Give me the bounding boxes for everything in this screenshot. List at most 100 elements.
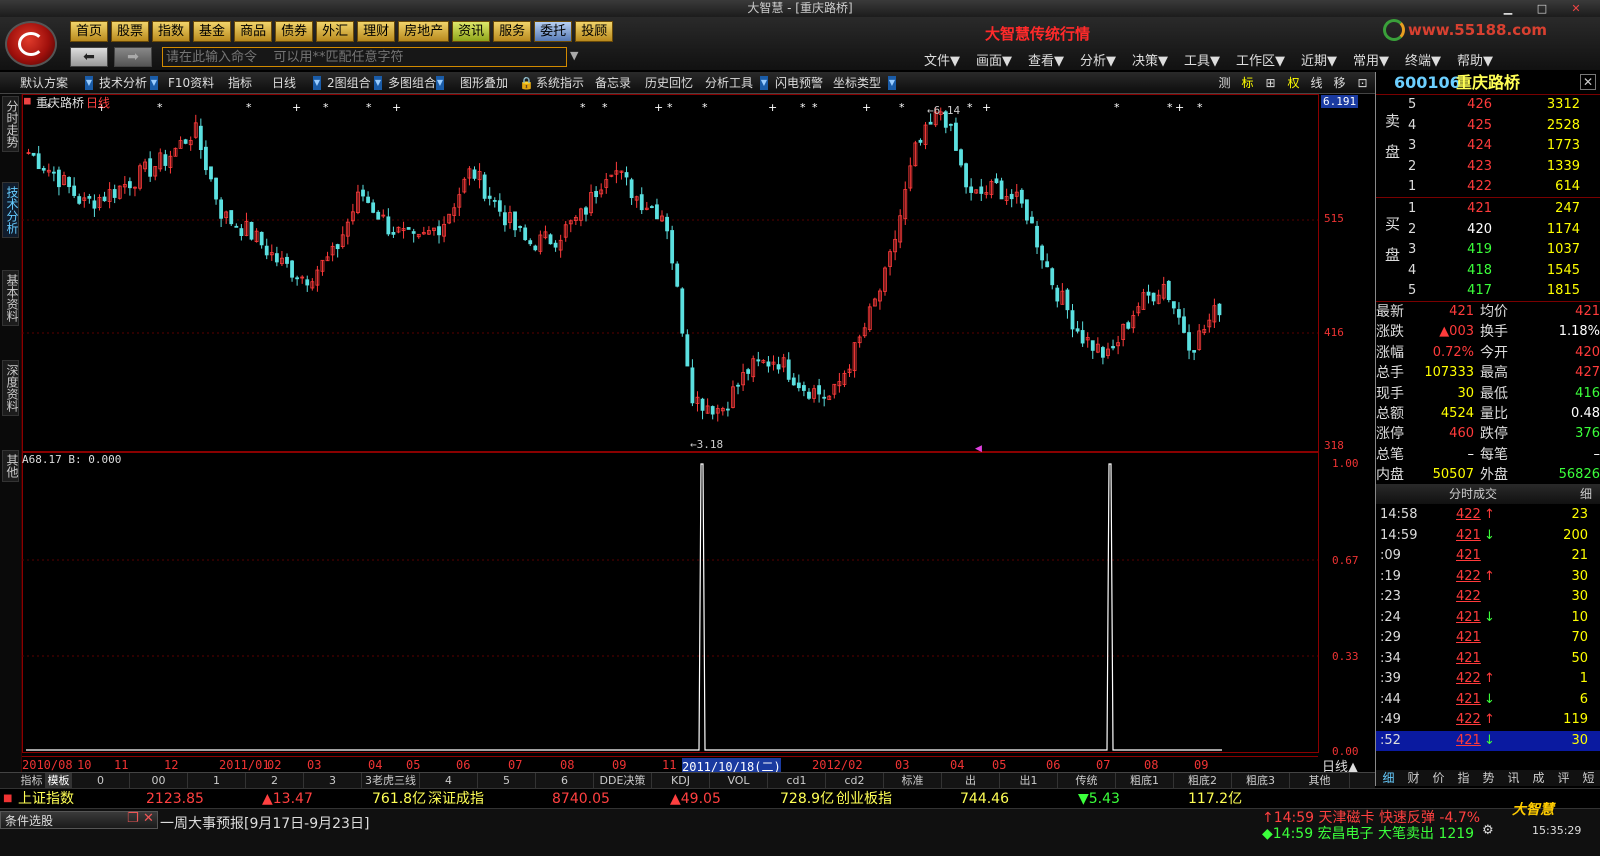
indicator-tab[interactable]: 5: [478, 773, 536, 789]
event-marker[interactable]: *: [667, 101, 673, 114]
indicator-tab[interactable]: DDE决策: [594, 773, 652, 789]
tool-2chart[interactable]: 2图组合: [327, 72, 371, 94]
nav-forex[interactable]: 外汇: [316, 21, 355, 42]
tool-analysis-tools[interactable]: 分析工具: [705, 72, 753, 94]
buy-level-1[interactable]: 1 421 247: [1376, 199, 1600, 219]
panel-tab[interactable]: 财: [1401, 770, 1426, 786]
event-marker[interactable]: *: [1167, 101, 1173, 114]
indicator-tab[interactable]: 6: [536, 773, 594, 789]
close-icon[interactable]: ✕: [1566, 0, 1586, 17]
indicator-tab[interactable]: 3老虎三线: [362, 773, 420, 789]
nav-fund[interactable]: 基金: [193, 21, 232, 42]
indicator-tab[interactable]: cd2: [826, 773, 884, 789]
event-marker[interactable]: *: [1197, 101, 1203, 114]
indicator-tab[interactable]: 传统: [1058, 773, 1116, 789]
panel-tab[interactable]: 指: [1451, 770, 1476, 786]
event-marker[interactable]: *: [1114, 101, 1120, 114]
event-marker[interactable]: *: [580, 101, 586, 114]
nav-index[interactable]: 指数: [152, 21, 191, 42]
dropdown-arrow-icon[interactable]: ▼: [85, 76, 93, 90]
dropdown-arrow-icon[interactable]: ▼: [313, 76, 321, 90]
indicator-tab[interactable]: 粗底3: [1232, 773, 1290, 789]
indicator-tab[interactable]: 1: [188, 773, 246, 789]
indicator-tab[interactable]: 出: [942, 773, 1000, 789]
event-marker[interactable]: *: [366, 101, 372, 114]
dropdown-arrow-icon[interactable]: ▼: [436, 76, 444, 90]
tick-row[interactable]: :52 421 ↓ 30: [1376, 730, 1600, 751]
event-marker[interactable]: +: [654, 101, 663, 114]
menu-tools[interactable]: 工具▼: [1176, 50, 1228, 69]
side-tab-tech[interactable]: 技术分析: [2, 182, 19, 238]
tool-tech-analysis[interactable]: 技术分析: [99, 72, 147, 94]
tool-axis-type[interactable]: 坐标类型: [833, 72, 881, 94]
tool-history[interactable]: 历史回忆: [645, 72, 693, 94]
settings-gear-icon[interactable]: ⚙: [1482, 823, 1494, 838]
nav-finance[interactable]: 理财: [357, 21, 396, 42]
menu-decision[interactable]: 决策▼: [1124, 50, 1176, 69]
event-marker[interactable]: +: [392, 101, 401, 114]
tool-line[interactable]: 线: [1307, 74, 1326, 92]
panel-tab[interactable]: 短: [1576, 770, 1600, 786]
buy-level-5[interactable]: 5 417 1815: [1376, 281, 1600, 301]
tick-row[interactable]: 14:58 422 ↑ 23: [1376, 505, 1600, 525]
window-icon[interactable]: ⊡: [1353, 74, 1372, 92]
sell-level-5[interactable]: 5 426 3312: [1376, 95, 1600, 115]
minimize-icon[interactable]: ▁: [1498, 0, 1518, 17]
indicator-tab[interactable]: 其他: [1290, 773, 1350, 789]
tick-row[interactable]: :39 422 ↑ 1: [1376, 669, 1600, 689]
indicator-tab[interactable]: 4: [420, 773, 478, 789]
back-button[interactable]: ⬅: [70, 47, 108, 67]
panel-tab[interactable]: 讯: [1501, 770, 1526, 786]
nav-realestate[interactable]: 房地产: [398, 21, 450, 42]
command-dropdown-icon[interactable]: ▼: [570, 49, 578, 62]
chart-area[interactable]: * + * * + * * + * * + * * + * * + * * + * * + * ◀ ■ 重庆路桥 日线 6.19…: [22, 94, 1375, 786]
indicator-tab[interactable]: 0: [72, 773, 130, 789]
indicator-tab[interactable]: VOL: [710, 773, 768, 789]
tick-row[interactable]: :29 421 70: [1376, 628, 1600, 648]
menu-help[interactable]: 帮助▼: [1449, 50, 1501, 69]
event-marker[interactable]: +: [768, 101, 777, 114]
tick-row[interactable]: :19 422 ↑ 30: [1376, 567, 1600, 587]
indicator-tab[interactable]: 00: [130, 773, 188, 789]
panel-close-icon[interactable]: ✕: [1580, 74, 1596, 90]
buy-level-4[interactable]: 4 418 1545: [1376, 261, 1600, 281]
dropdown-arrow-icon[interactable]: ▼: [374, 76, 382, 90]
event-marker[interactable]: *: [967, 101, 973, 114]
news-ticker[interactable]: 一周大事预报[9月17日-9月23日]: [160, 813, 369, 833]
tool-memo[interactable]: 备忘录: [595, 72, 631, 94]
sell-level-1[interactable]: 1 422 614: [1376, 177, 1600, 197]
grid-icon[interactable]: ⊞: [1261, 74, 1280, 92]
event-marker[interactable]: +: [1175, 101, 1184, 114]
dropdown-arrow-icon[interactable]: ▼: [150, 76, 158, 90]
tool-alert[interactable]: 闪电预警: [775, 72, 823, 94]
app-logo-icon[interactable]: [5, 21, 57, 67]
nav-order[interactable]: 委托: [534, 21, 573, 42]
nav-advisor[interactable]: 投顾: [575, 21, 614, 42]
nav-home[interactable]: 首页: [70, 21, 109, 42]
sell-level-2[interactable]: 2 423 1339: [1376, 157, 1600, 177]
sell-level-4[interactable]: 4 425 2528: [1376, 116, 1600, 136]
tool-overlay[interactable]: 图形叠加: [460, 72, 508, 94]
event-marker[interactable]: *: [323, 101, 329, 114]
tool-multichart[interactable]: 多图组合: [388, 72, 436, 94]
event-marker[interactable]: +: [982, 101, 991, 114]
panel-tab[interactable]: 评: [1551, 770, 1576, 786]
nav-info[interactable]: 资讯: [452, 21, 491, 42]
restore-icon[interactable]: ❐: [127, 811, 139, 826]
menu-file[interactable]: 文件▼: [916, 50, 968, 69]
tick-row[interactable]: :24 421 ↓ 10: [1376, 608, 1600, 628]
idx3-name[interactable]: 创业板指: [836, 789, 892, 809]
idx2-name[interactable]: 深证成指: [428, 789, 484, 809]
nav-stock[interactable]: 股票: [111, 21, 150, 42]
menu-recent[interactable]: 近期▼: [1293, 50, 1345, 69]
tick-detail-button[interactable]: 细: [1580, 484, 1592, 504]
command-input[interactable]: [162, 47, 567, 67]
dropdown-arrow-icon[interactable]: ▼: [760, 76, 768, 90]
event-marker[interactable]: *: [246, 101, 252, 114]
tool-measure[interactable]: 测: [1215, 74, 1234, 92]
panel-tab[interactable]: 成: [1526, 770, 1551, 786]
side-tab-other[interactable]: 其他: [2, 450, 19, 482]
tool-daily[interactable]: 日线: [272, 72, 296, 94]
nav-bond[interactable]: 债券: [275, 21, 314, 42]
indicator-tab[interactable]: 模板: [46, 773, 72, 789]
